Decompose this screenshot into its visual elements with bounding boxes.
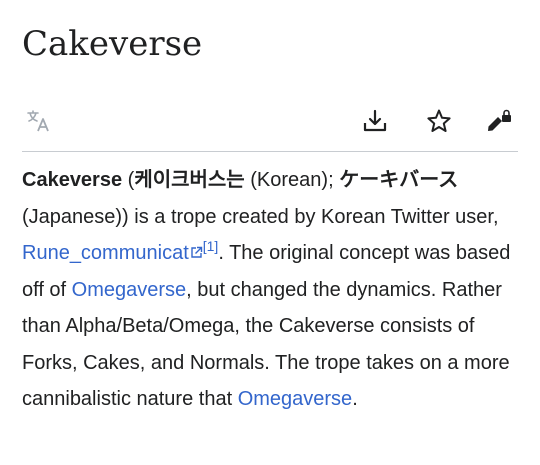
download-icon[interactable] [360,106,390,136]
page-actions-toolbar [22,100,518,144]
external-link-icon [190,235,203,272]
page-title: Cakeverse [22,24,203,64]
text-segment: (Korean); [244,169,340,191]
star-icon[interactable] [424,106,454,136]
omegaverse-link[interactable]: Omegaverse [72,279,187,301]
text-segment: . [352,388,358,410]
author-external-link[interactable]: Rune_communicat [22,242,203,264]
article-term: Cakeverse [22,169,123,191]
edit-lock-icon[interactable] [484,106,514,136]
korean-term: 케이크버스는 [134,169,245,191]
text-segment: ( [122,169,135,191]
reference-link[interactable]: [1] [203,238,219,254]
article-intro-paragraph: Cakeverse (케이크버스는 (Korean); ケーキバース (Japa… [22,162,522,418]
language-icon[interactable] [24,106,54,136]
japanese-term: ケーキバース [339,169,459,191]
omegaverse-link[interactable]: Omegaverse [238,388,353,410]
text-segment: (Japanese)) is a trope created by Korean… [22,205,499,228]
author-link-text: Rune_communicat [22,242,189,264]
toolbar-divider [22,151,518,152]
